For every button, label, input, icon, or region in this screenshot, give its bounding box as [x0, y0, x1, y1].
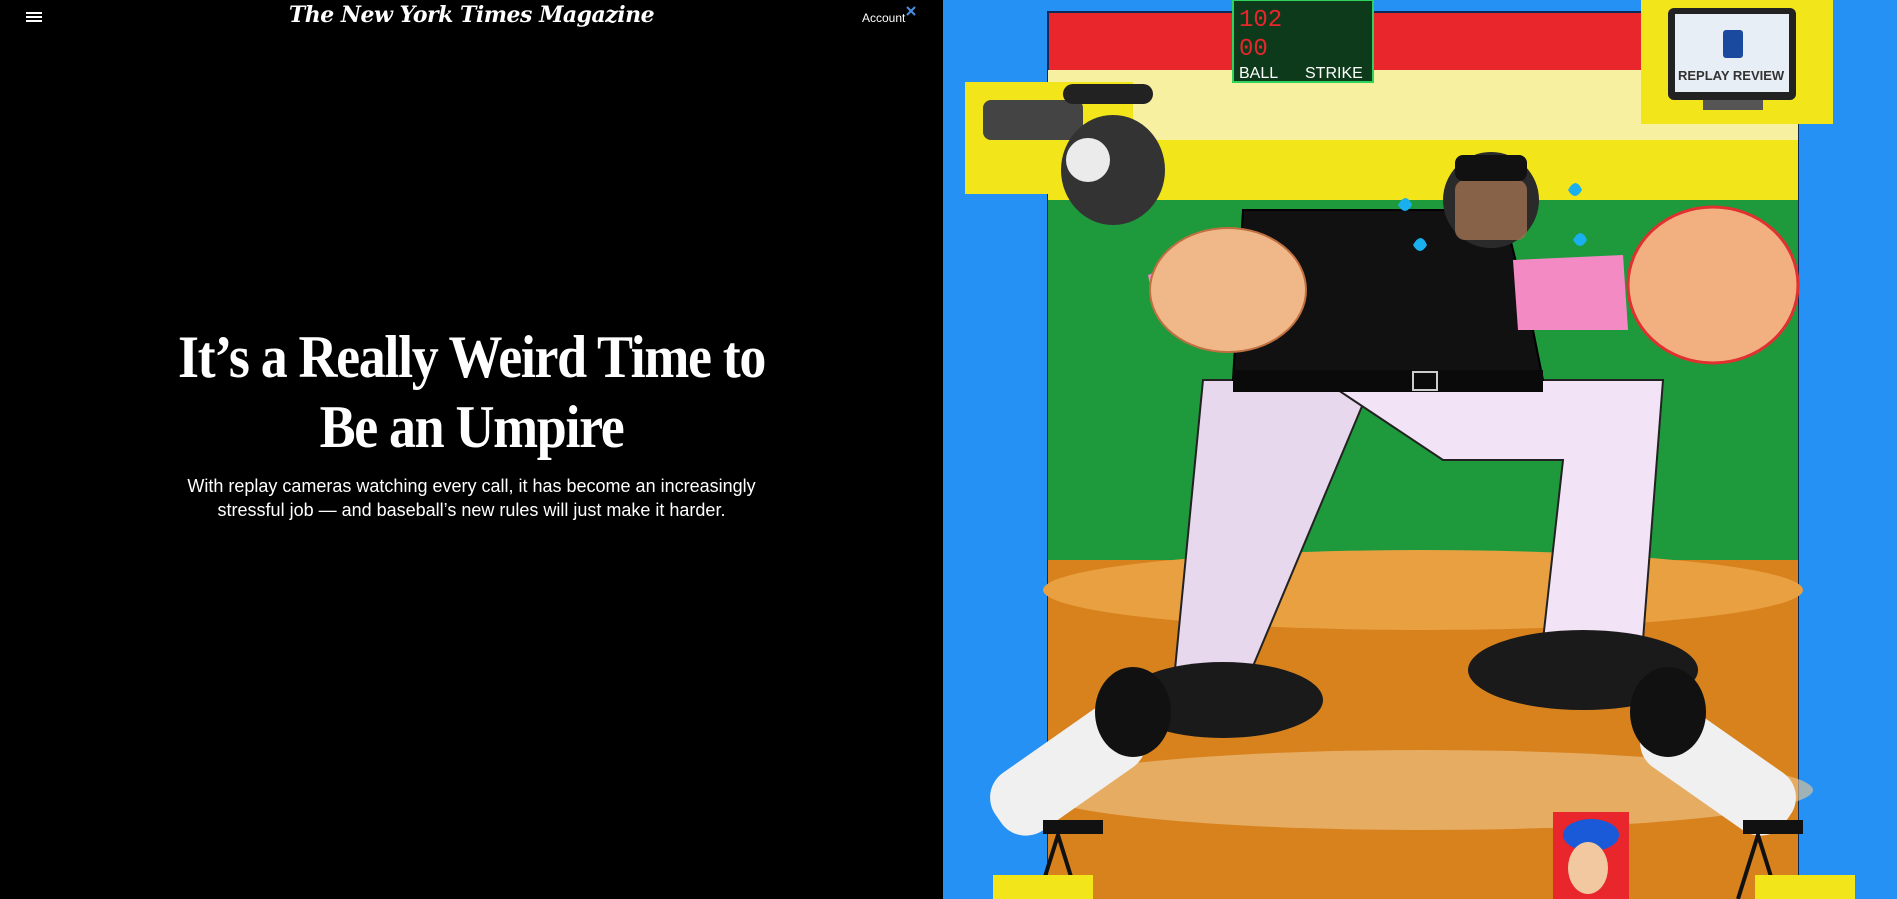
article-header-panel: The New York Times Magazine Account It’s… [0, 0, 943, 899]
fan-portrait [1553, 812, 1629, 899]
scoreboard-ball-label: BALL [1239, 65, 1278, 82]
masthead-logo[interactable]: The New York Times Magazine [0, 2, 943, 28]
article-headline: It’s a Really Weird Time to Be an Umpire [177, 324, 766, 460]
umpire-illustration: 102 00 BALL STRIKE REPLAY REVIEW [943, 0, 1897, 899]
scoreboard-bottom-digits: 00 [1239, 36, 1268, 63]
replay-review-label: REPLAY REVIEW [1678, 68, 1785, 83]
ball-strike-scoreboard: 102 00 BALL STRIKE [1232, 0, 1374, 83]
illustration-canvas: 102 00 BALL STRIKE REPLAY REVIEW [943, 0, 1897, 899]
account-indicator-icon [906, 6, 916, 16]
article-summary: With replay cameras watching every call,… [187, 476, 756, 520]
replay-review-monitor: REPLAY REVIEW [1641, 0, 1833, 124]
scoreboard-strike-label: STRIKE [1305, 65, 1363, 82]
account-link[interactable]: Account [862, 11, 905, 25]
scoreboard-top-digits: 102 [1239, 7, 1282, 34]
